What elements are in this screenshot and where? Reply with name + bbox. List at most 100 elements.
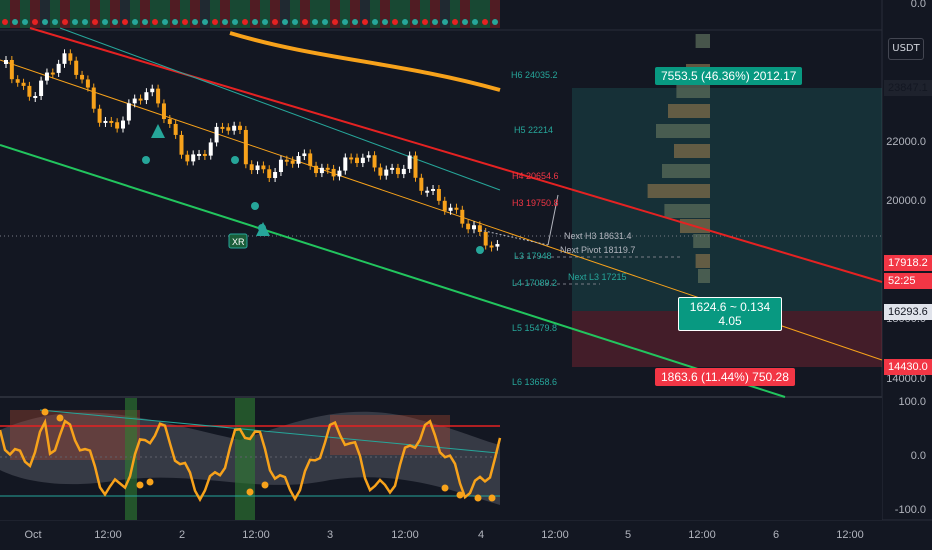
candle-body: [115, 122, 120, 129]
strip-dot: [72, 19, 78, 25]
strip-dot: [362, 19, 368, 25]
candle-body: [39, 80, 44, 97]
price-axis-tick: 20000.0: [886, 195, 926, 207]
candle-body: [337, 170, 342, 177]
time-axis-tick: 3: [326, 529, 334, 541]
time-axis-tick: 12:00: [94, 529, 122, 541]
candle-body: [419, 177, 424, 191]
candle-body: [331, 168, 336, 177]
osc-dot: [246, 488, 254, 496]
price-label-box: 23847.1: [884, 80, 932, 96]
candle-body: [68, 53, 73, 61]
candle-body: [273, 171, 278, 179]
pivot-level-label: H4 20654.6: [512, 171, 559, 181]
candle-body: [290, 160, 295, 164]
candle-body: [191, 154, 196, 162]
risk-reward-line1: 1624.6 ~ 0.134: [689, 300, 771, 314]
volume-profile-bar: [698, 269, 710, 283]
osc-green-column: [125, 398, 137, 520]
volume-profile-bar: [676, 84, 710, 98]
time-axis-tick: 2: [178, 529, 186, 541]
time-axis-tick: Oct: [24, 529, 42, 541]
osc-dot: [261, 481, 269, 489]
pivot-level-label: Next L3 17215: [568, 272, 627, 282]
candle-body: [4, 60, 8, 64]
strip-dot: [432, 19, 438, 25]
candle-body: [267, 169, 272, 179]
candle-body: [197, 153, 202, 156]
osc-dot: [456, 491, 464, 499]
strip-dot: [332, 19, 338, 25]
candle-body: [161, 103, 166, 120]
candle-body: [366, 155, 371, 158]
candle-body: [355, 157, 359, 164]
candle-body: [91, 87, 96, 109]
strip-dot: [82, 19, 88, 25]
candle-body: [454, 207, 459, 210]
time-axis-tick: 4: [477, 529, 485, 541]
time-axis-tick: 12:00: [541, 529, 569, 541]
pivot-level-label: L4 17089.2: [512, 278, 558, 288]
strip-dot: [112, 19, 118, 25]
price-label-box: 52:25: [884, 273, 932, 289]
time-axis-tick: 5: [624, 529, 632, 541]
candle-body: [477, 225, 482, 232]
strip-dot: [422, 19, 428, 25]
price-axis-tick: 0.0: [910, 0, 926, 10]
strip-dot: [172, 19, 178, 25]
strip-dot: [412, 19, 418, 25]
candle-body: [431, 189, 436, 192]
strip-dot: [122, 19, 128, 25]
osc-dot: [474, 494, 482, 502]
candle-body: [156, 88, 161, 104]
candle-body: [390, 167, 395, 170]
strip-dot: [2, 19, 8, 25]
time-axis-tick: 12:00: [391, 529, 419, 541]
strip-dot: [462, 19, 468, 25]
candle-body: [238, 125, 242, 130]
pivot-level-label: H3 19750.8: [512, 198, 559, 208]
strip-dot: [442, 19, 448, 25]
pivot-level-label: L5 15479.8: [512, 323, 558, 333]
price-axis-tick: 0.0: [910, 450, 926, 462]
volume-profile-bar: [695, 254, 710, 268]
strip-dot: [292, 19, 298, 25]
strip-dot: [452, 19, 458, 25]
candle-body: [302, 153, 307, 157]
price-axis-tick: 100.0: [898, 396, 926, 408]
candle-body: [121, 120, 125, 129]
strip-dot: [282, 19, 288, 25]
candle-body: [126, 103, 131, 121]
strip-dot: [222, 19, 228, 25]
candle-body: [44, 72, 49, 81]
candle-body: [349, 157, 354, 160]
signal-dot: [251, 202, 259, 210]
volume-profile-bar: [695, 34, 710, 48]
candle-body: [138, 98, 143, 101]
candle-body: [9, 60, 14, 80]
candle-body: [15, 79, 20, 83]
candle-body: [85, 79, 90, 88]
candle-body: [132, 98, 137, 104]
strip-dot: [402, 19, 408, 25]
candle-body: [325, 167, 330, 170]
candle-body: [21, 82, 26, 86]
volume-profile-bar: [693, 234, 710, 248]
strip-dot: [192, 19, 198, 25]
strip-dot: [132, 19, 138, 25]
candle-body: [97, 108, 102, 123]
volume-profile-bar: [662, 164, 710, 178]
price-label-box: 14430.0: [884, 359, 932, 375]
candle-body: [466, 223, 471, 230]
currency-button[interactable]: USDT: [888, 38, 924, 60]
osc-dot: [146, 478, 154, 486]
strip-dot: [202, 19, 208, 25]
candle-body: [62, 53, 67, 64]
candle-body: [80, 74, 85, 80]
candle-body: [384, 169, 389, 176]
strip-dot: [352, 19, 358, 25]
osc-green-column: [235, 398, 255, 520]
price-label-box: 16293.6: [884, 304, 932, 320]
strip-dot: [242, 19, 248, 25]
strip-dot: [212, 19, 218, 25]
